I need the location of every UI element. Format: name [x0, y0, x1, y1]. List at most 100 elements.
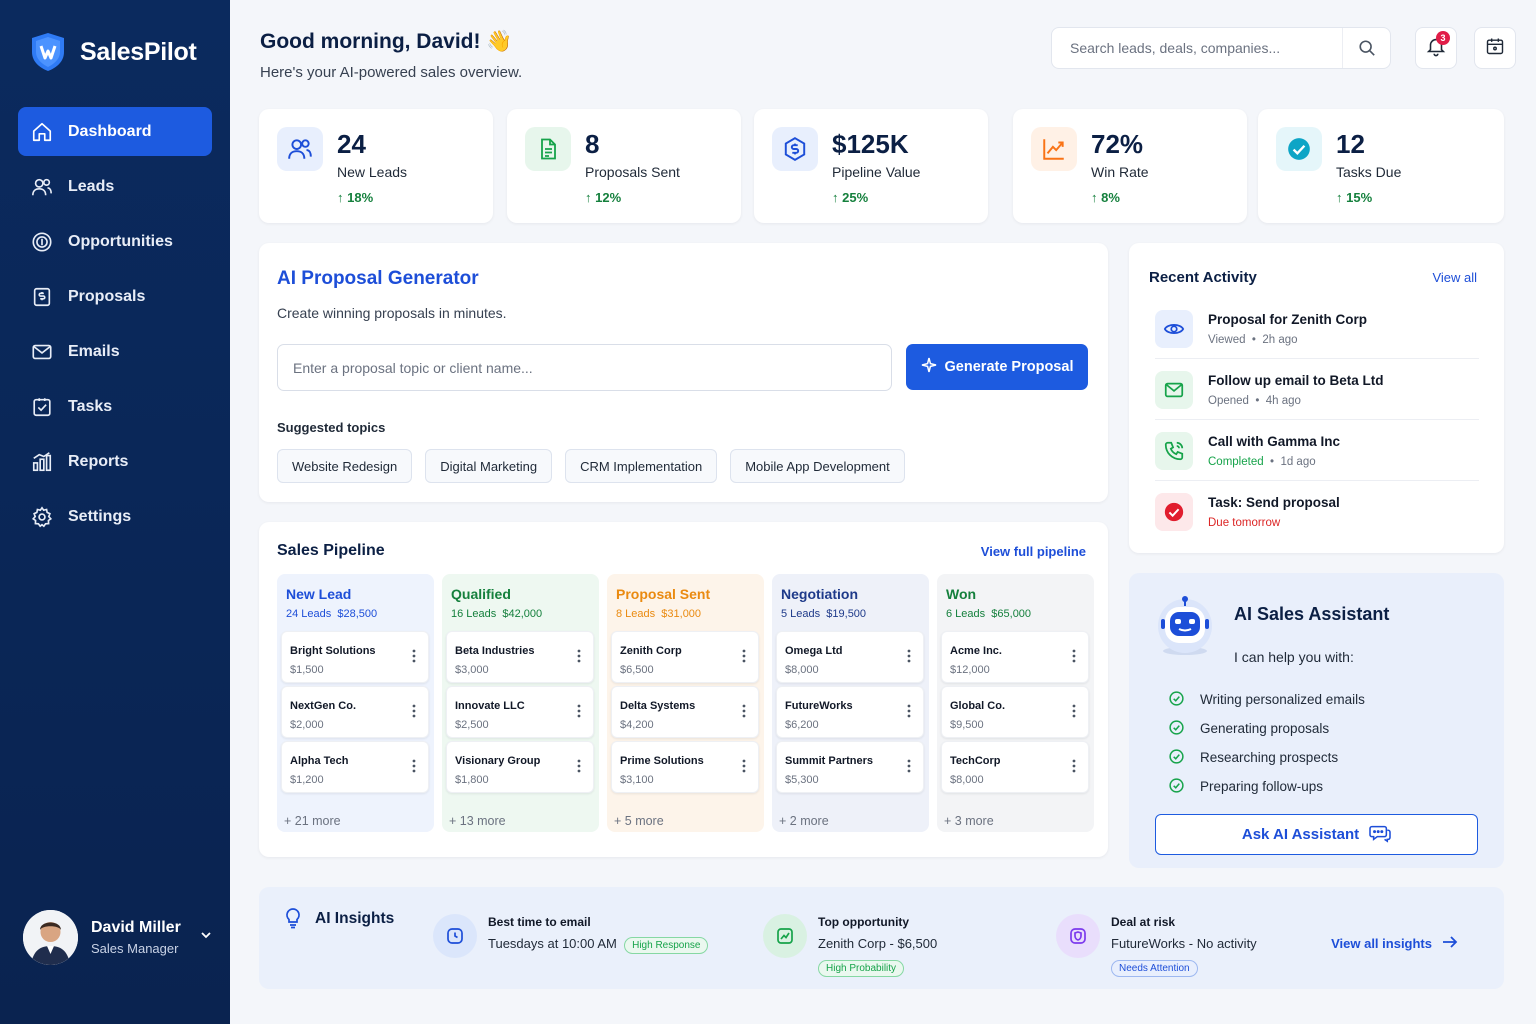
- deal-card[interactable]: Zenith Corp $6,500: [611, 631, 759, 683]
- deal-name: Alpha Tech: [290, 755, 349, 767]
- more-vertical-icon[interactable]: [742, 649, 746, 668]
- stat-card-tasks-due[interactable]: 12 Tasks Due ↑ 15%: [1258, 109, 1504, 223]
- view-all-insights-link[interactable]: View all insights: [1331, 935, 1458, 952]
- more-vertical-icon[interactable]: [577, 649, 581, 668]
- deal-card[interactable]: Innovate LLC $2,500: [446, 686, 594, 738]
- deal-value: $2,000: [290, 719, 324, 731]
- generate-proposal-button[interactable]: Generate Proposal: [906, 344, 1088, 390]
- stat-card-win-rate[interactable]: 72% Win Rate ↑ 8%: [1013, 109, 1247, 223]
- deal-card[interactable]: Global Co. $9,500: [941, 686, 1089, 738]
- view-full-pipeline-link[interactable]: View full pipeline: [981, 544, 1086, 559]
- nav-item-opportunities[interactable]: Opportunities: [18, 217, 212, 266]
- more-vertical-icon[interactable]: [577, 759, 581, 778]
- stat-card-new-leads[interactable]: 24 New Leads ↑ 18%: [259, 109, 493, 223]
- more-vertical-icon[interactable]: [412, 759, 416, 778]
- more-vertical-icon[interactable]: [907, 649, 911, 668]
- nav-item-settings[interactable]: Settings: [18, 492, 212, 541]
- nav-label: Emails: [68, 342, 120, 360]
- more-deals-link[interactable]: + 5 more: [614, 814, 664, 828]
- topic-chip[interactable]: CRM Implementation: [565, 449, 718, 483]
- deal-card[interactable]: Bright Solutions $1,500: [281, 631, 429, 683]
- deal-value: $3,000: [455, 664, 489, 676]
- ask-ai-assistant-button[interactable]: Ask AI Assistant: [1155, 814, 1478, 855]
- topic-chip[interactable]: Website Redesign: [277, 449, 413, 483]
- capability-item: Preparing follow-ups: [1169, 772, 1365, 801]
- more-deals-link[interactable]: + 13 more: [449, 814, 506, 828]
- more-vertical-icon[interactable]: [412, 704, 416, 723]
- deal-name: Summit Partners: [785, 755, 874, 767]
- deal-card[interactable]: Summit Partners $5,300: [776, 741, 924, 793]
- deal-card[interactable]: FutureWorks $6,200: [776, 686, 924, 738]
- pipeline-stage-column: Qualified 16 Leads $42,000 Beta Industries…: [442, 574, 599, 832]
- view-all-activity-link[interactable]: View all: [1432, 270, 1477, 285]
- deal-card[interactable]: TechCorp $8,000: [941, 741, 1089, 793]
- chevron-down-icon[interactable]: [199, 928, 213, 947]
- deal-card[interactable]: Beta Industries $3,000: [446, 631, 594, 683]
- more-vertical-icon[interactable]: [577, 704, 581, 723]
- topic-chip[interactable]: Digital Marketing: [425, 449, 553, 483]
- ai-assistant-card: AI Sales Assistant I can help you with: …: [1129, 573, 1504, 868]
- deal-card[interactable]: Acme Inc. $12,000: [941, 631, 1089, 683]
- deal-value: $6,500: [620, 664, 654, 676]
- avatar: [23, 910, 78, 965]
- search-bar[interactable]: [1051, 27, 1391, 69]
- nav-item-emails[interactable]: Emails: [18, 327, 212, 376]
- more-vertical-icon[interactable]: [1072, 704, 1076, 723]
- more-vertical-icon[interactable]: [907, 759, 911, 778]
- deal-card[interactable]: Omega Ltd $8,000: [776, 631, 924, 683]
- user-profile[interactable]: David Miller Sales Manager: [23, 910, 213, 965]
- insight-label: Deal at risk: [1111, 915, 1176, 929]
- deal-name: Prime Solutions: [620, 755, 704, 767]
- brand[interactable]: SalesPilot: [30, 32, 197, 72]
- deal-card[interactable]: NextGen Co. $2,000: [281, 686, 429, 738]
- deal-name: Visionary Group: [455, 755, 541, 767]
- search-input[interactable]: [1070, 40, 1330, 56]
- more-deals-link[interactable]: + 2 more: [779, 814, 829, 828]
- more-vertical-icon[interactable]: [742, 704, 746, 723]
- activity-meta: Opened • 4h ago: [1208, 395, 1301, 407]
- deal-card[interactable]: Delta Systems $4,200: [611, 686, 759, 738]
- deal-name: FutureWorks: [785, 700, 853, 712]
- calendar-button[interactable]: [1474, 27, 1516, 69]
- activity-item[interactable]: Call with Gamma Inc Completed • 1d ago: [1155, 428, 1479, 488]
- activity-item[interactable]: Proposal for Zenith Corp Viewed • 2h ago: [1155, 306, 1479, 366]
- deal-card[interactable]: Visionary Group $1,800: [446, 741, 594, 793]
- nav-item-reports[interactable]: Reports: [18, 437, 212, 486]
- stage-meta: 5 Leads $19,500: [781, 608, 867, 620]
- ask-ai-label: Ask AI Assistant: [1241, 826, 1360, 843]
- stage-name[interactable]: Qualified: [451, 586, 511, 602]
- stat-card-proposals-sent[interactable]: 8 Proposals Sent ↑ 12%: [507, 109, 741, 223]
- activity-item[interactable]: Task: Send proposal Due tomorrow: [1155, 489, 1479, 549]
- insight-value: Tuesdays at 10:00 AM High Response: [488, 936, 709, 954]
- nav-item-dashboard[interactable]: Dashboard: [18, 107, 212, 156]
- suggested-topics-label: Suggested topics: [277, 420, 386, 435]
- search-icon[interactable]: [1342, 28, 1390, 68]
- deal-card[interactable]: Alpha Tech $1,200: [281, 741, 429, 793]
- stage-name[interactable]: Negotiation: [781, 586, 858, 602]
- nav-item-proposals[interactable]: Proposals: [18, 272, 212, 321]
- check-circle-icon: [1155, 493, 1193, 531]
- stage-name[interactable]: Proposal Sent: [616, 586, 710, 602]
- stage-name[interactable]: New Lead: [286, 586, 351, 602]
- deal-card[interactable]: Prime Solutions $3,100: [611, 741, 759, 793]
- deal-value: $4,200: [620, 719, 654, 731]
- topic-chip[interactable]: Mobile App Development: [730, 449, 905, 483]
- activity-item[interactable]: Follow up email to Beta Ltd Opened • 4h …: [1155, 367, 1479, 427]
- more-vertical-icon[interactable]: [412, 649, 416, 668]
- more-vertical-icon[interactable]: [1072, 759, 1076, 778]
- notifications-button[interactable]: 3: [1415, 27, 1457, 69]
- lightbulb-icon: [283, 907, 303, 934]
- more-vertical-icon[interactable]: [742, 759, 746, 778]
- nav-item-tasks[interactable]: Tasks: [18, 382, 212, 431]
- more-deals-link[interactable]: + 21 more: [284, 814, 341, 828]
- notification-badge: 3: [1436, 31, 1450, 45]
- stat-card-pipeline-value[interactable]: $125K Pipeline Value ↑ 25%: [754, 109, 988, 223]
- stage-name[interactable]: Won: [946, 586, 976, 602]
- proposal-topic-input[interactable]: [277, 344, 892, 391]
- nav-item-leads[interactable]: Leads: [18, 162, 212, 211]
- more-deals-link[interactable]: + 3 more: [944, 814, 994, 828]
- greeting: Good morning, David! 👋: [260, 30, 513, 53]
- deal-name: Global Co.: [950, 700, 1005, 712]
- more-vertical-icon[interactable]: [907, 704, 911, 723]
- more-vertical-icon[interactable]: [1072, 649, 1076, 668]
